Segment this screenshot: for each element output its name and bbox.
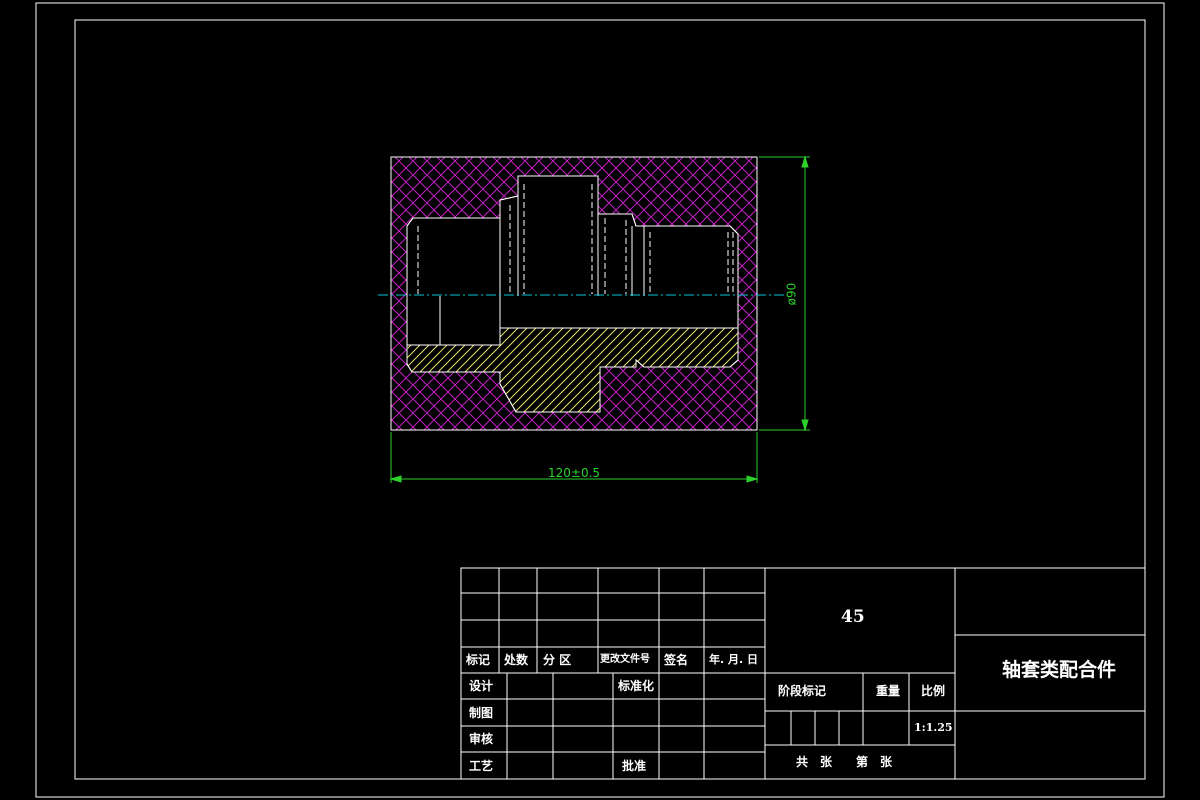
sheets-text: 共 张 第 张 xyxy=(796,755,893,769)
material-value: 45 xyxy=(841,607,865,627)
label-scale: 比例 xyxy=(921,684,946,698)
label-weight: 重量 xyxy=(876,684,901,698)
label-stage-mark: 阶段标记 xyxy=(778,684,827,698)
scale-value: 1:1.25 xyxy=(914,721,953,734)
label-standardization: 标准化 xyxy=(618,679,655,693)
rev-header-signature: 签名 xyxy=(664,653,689,667)
rev-header-date: 年. 月. 日 xyxy=(709,653,759,666)
label-process: 工艺 xyxy=(469,759,494,773)
label-design: 设计 xyxy=(469,679,494,693)
part-name: 轴套类配合件 xyxy=(1002,659,1117,681)
diameter-dimension-label: ø90 xyxy=(784,282,799,306)
rev-header-mark: 标记 xyxy=(466,653,491,667)
label-review: 审核 xyxy=(469,732,494,746)
rev-header-doc-no: 更改文件号 xyxy=(600,654,650,665)
label-drawing: 制图 xyxy=(469,706,494,720)
label-approval: 批准 xyxy=(622,759,647,773)
rev-header-count: 处数 xyxy=(504,653,529,667)
rev-header-zone: 分 区 xyxy=(543,653,572,667)
width-dimension-label: 120±0.5 xyxy=(548,466,601,480)
